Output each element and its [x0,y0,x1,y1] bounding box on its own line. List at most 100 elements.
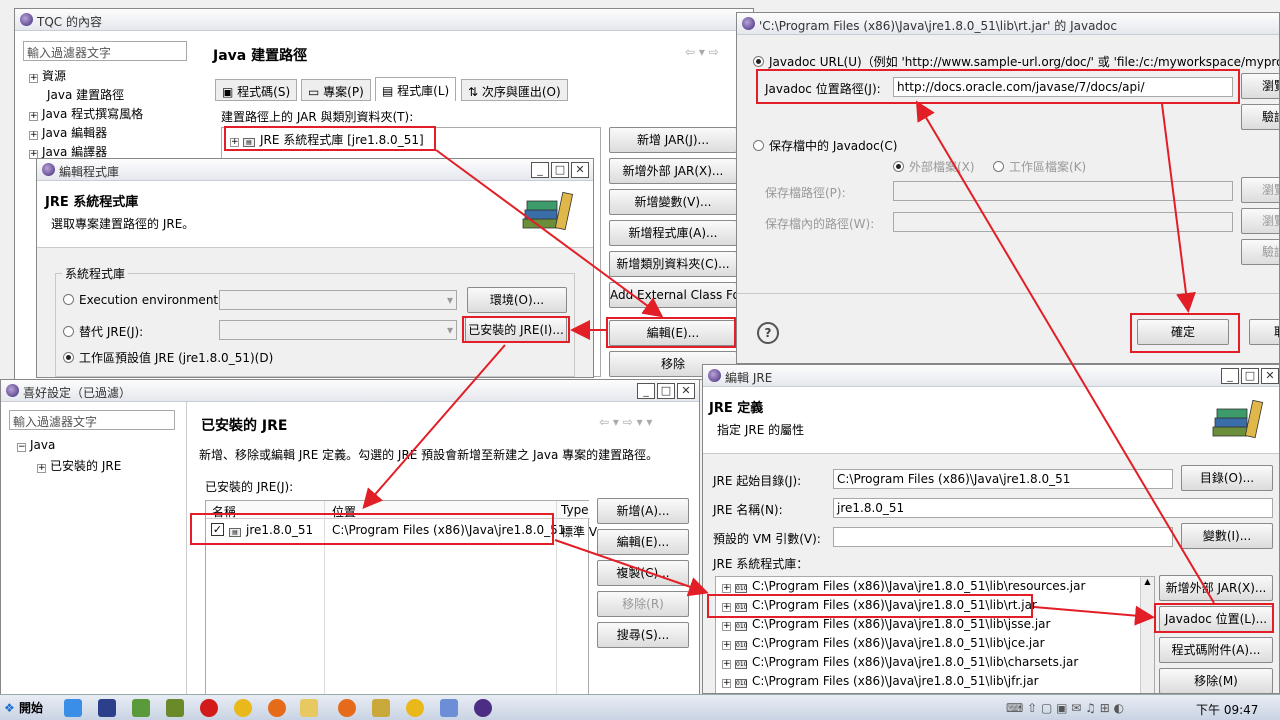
nav-arrows[interactable]: ⇦ ▾ ⇨ ▾ ▾ [599,415,652,429]
column-name[interactable]: 名稱 [212,503,236,520]
javadoc-location-button[interactable]: Javadoc 位置(L)... [1159,606,1273,632]
edit-button[interactable]: 編輯(E)... [609,320,737,346]
installed-jres-button[interactable]: 已安裝的 JRE(I)... [465,317,567,343]
alternate-jre-radio[interactable]: 替代 JRE(J): [63,323,143,340]
dialog-header: JRE 系統程式庫 選取專案建置路徑的 JRE。 [37,181,593,247]
opera-icon[interactable] [200,699,218,717]
tab-libraries[interactable]: ▤ 程式庫(L) [375,77,457,101]
list-item[interactable]: +010 C:\Program Files (x86)\Java\jre1.8.0… [722,598,1037,612]
add-class-folder-button[interactable]: 新增類別資料夾(C)... [609,251,737,277]
cancel-button[interactable]: 取 [1249,319,1279,345]
list-item[interactable]: +010 C:\Program Files (x86)\Java\jre1.8.0… [722,579,1085,593]
close-icon[interactable]: ✕ [677,383,695,399]
remove-jre-button[interactable]: 移除(R) [597,591,689,617]
list-item[interactable]: +010 C:\Program Files (x86)\Java\jre1.8.0… [722,674,1039,688]
firefox-icon[interactable] [268,699,286,717]
filter-input[interactable]: 輸入過濾器文字 [23,41,187,61]
column-location[interactable]: 位置 [332,503,356,520]
taskbar: ❖ 開始 ⌨ ⇧ ▢ ▣ ✉ ♫ ⊞ ◐ 下午 09:47 [0,694,1280,720]
app-icon[interactable] [132,699,150,717]
external-file-radio[interactable]: 外部檔案(X) [893,158,975,175]
minimize-icon[interactable]: _ [1221,368,1239,384]
workspace-default-radio[interactable]: 工作區預設值 JRE (jre1.8.0_51)(D) [63,349,273,366]
exec-env-radio[interactable]: Execution environment: [63,293,222,307]
jre-home-field[interactable]: C:\Program Files (x86)\Java\jre1.8.0_51 [833,469,1173,489]
notepad-icon[interactable] [440,699,458,717]
directory-button[interactable]: 目錄(O)... [1181,465,1273,491]
list-item[interactable]: +010 C:\Program Files (x86)\Java\jre1.8.0… [722,636,1045,650]
validate-button[interactable]: 驗證 [1241,104,1279,130]
jar-list-label: 建置路徑上的 JAR 與類別資料夾(T): [221,110,414,124]
scrollbar[interactable]: ▲ [1140,577,1154,693]
tree-item-resources[interactable]: + 資源 [29,67,66,84]
jre-libs-label: JRE 系統程式庫： [713,557,809,571]
table-row[interactable]: ✓ ▤ jre1.8.0_51 C:\Program Files (x86)\Ja… [206,521,597,541]
maximize-icon[interactable]: □ [1241,368,1259,384]
pen-icon[interactable] [372,699,390,717]
archive-path-field[interactable] [893,181,1233,201]
edit-jre-button[interactable]: 編輯(E)... [597,529,689,555]
app-icon[interactable] [98,699,116,717]
firefox-icon[interactable] [338,699,356,717]
vm-args-field[interactable] [833,527,1173,547]
list-item[interactable]: +010 C:\Program Files (x86)\Java\jre1.8.0… [722,655,1078,669]
add-external-class-folder-button[interactable]: Add External Class Fo [609,282,737,308]
tree-item-code-style[interactable]: + Java 程式撰寫風格 [29,105,143,122]
javadoc-archive-radio[interactable]: 保存檔中的 Javadoc(C) [753,137,897,154]
variables-button[interactable]: 變數(I)... [1181,523,1273,549]
jre-library-item[interactable]: + ▤ JRE 系統程式庫 [jre1.8.0_51] [230,131,424,148]
column-type[interactable]: Type [561,503,589,517]
javadoc-dialog: 'C:\Program Files (x86)\Java\jre1.8.0_51… [736,12,1280,364]
folder-icon[interactable] [300,699,318,717]
add-jre-button[interactable]: 新增(A)... [597,498,689,524]
archive-browse-button[interactable]: 瀏覽 [1241,177,1279,203]
maximize-icon[interactable]: □ [551,162,569,178]
chrome-icon[interactable] [234,699,252,717]
exec-env-combo[interactable]: ▾ [219,290,457,310]
jre-checkbox[interactable]: ✓ [211,523,224,536]
archive-inner-browse-button[interactable]: 瀏覽 [1241,208,1279,234]
source-attachment-button[interactable]: 程式碼附件(A)... [1159,637,1273,663]
app-icon[interactable] [166,699,184,717]
ok-button[interactable]: 確定 [1137,319,1229,345]
tab-projects[interactable]: ▭ 專案(P) [301,79,371,101]
add-jar-button[interactable]: 新增 JAR(J)... [609,127,737,153]
nav-arrows[interactable]: ⇦ ▾ ⇨ [685,45,719,59]
minimize-icon[interactable]: _ [637,383,655,399]
tab-source[interactable]: ▣ 程式碼(S) [215,79,298,101]
tab-order-export[interactable]: ⇅ 次序與匯出(O) [461,79,568,101]
tree-item-java[interactable]: − Java [17,438,55,452]
add-external-jar-button[interactable]: 新增外部 JAR(X)... [609,158,737,184]
add-external-jars-button[interactable]: 新增外部 JAR(X)... [1159,575,1273,601]
maximize-icon[interactable]: □ [657,383,675,399]
archive-validate-button[interactable]: 驗證 [1241,239,1279,265]
close-icon[interactable]: ✕ [1261,368,1279,384]
tree-item-java-build-path[interactable]: Java 建置路徑 [47,86,124,103]
chrome-icon[interactable] [406,699,424,717]
tree-item-installed-jres[interactable]: + 已安裝的 JRE [37,457,121,474]
search-jre-button[interactable]: 搜尋(S)... [597,622,689,648]
filter-input[interactable]: 輸入過濾器文字 [9,410,175,430]
close-icon[interactable]: ✕ [571,162,589,178]
javadoc-location-field[interactable]: http://docs.oracle.com/javase/7/docs/api… [893,77,1233,97]
workspace-file-radio[interactable]: 工作區檔案(K) [993,158,1086,175]
add-variable-button[interactable]: 新增變數(V)... [609,189,737,215]
remove-lib-button[interactable]: 移除(M) [1159,668,1273,693]
list-item[interactable]: +010 C:\Program Files (x86)\Java\jre1.8.0… [722,617,1050,631]
jre-name-field[interactable]: jre1.8.0_51 [833,498,1273,518]
eclipse-icon [20,13,33,26]
start-button[interactable]: ❖ 開始 [4,699,43,716]
help-icon[interactable]: ? [757,322,779,344]
minimize-icon[interactable]: _ [531,162,549,178]
ie-icon[interactable] [64,699,82,717]
duplicate-jre-button[interactable]: 複製(C)... [597,560,689,586]
alternate-jre-combo[interactable]: ▾ [219,320,457,340]
javadoc-url-radio[interactable]: Javadoc URL(U)（例如 'http://www.sample-url… [753,53,1279,70]
environments-button[interactable]: 環境(O)... [467,287,567,313]
tree-item-java-editor[interactable]: + Java 編輯器 [29,124,107,141]
tray-icons[interactable]: ⌨ ⇧ ▢ ▣ ✉ ♫ ⊞ ◐ [1006,701,1124,715]
archive-inner-path-field[interactable] [893,212,1233,232]
add-library-button[interactable]: 新增程式庫(A)... [609,220,737,246]
browse-button[interactable]: 瀏覽 [1241,73,1279,99]
eclipse-icon[interactable] [474,699,492,717]
